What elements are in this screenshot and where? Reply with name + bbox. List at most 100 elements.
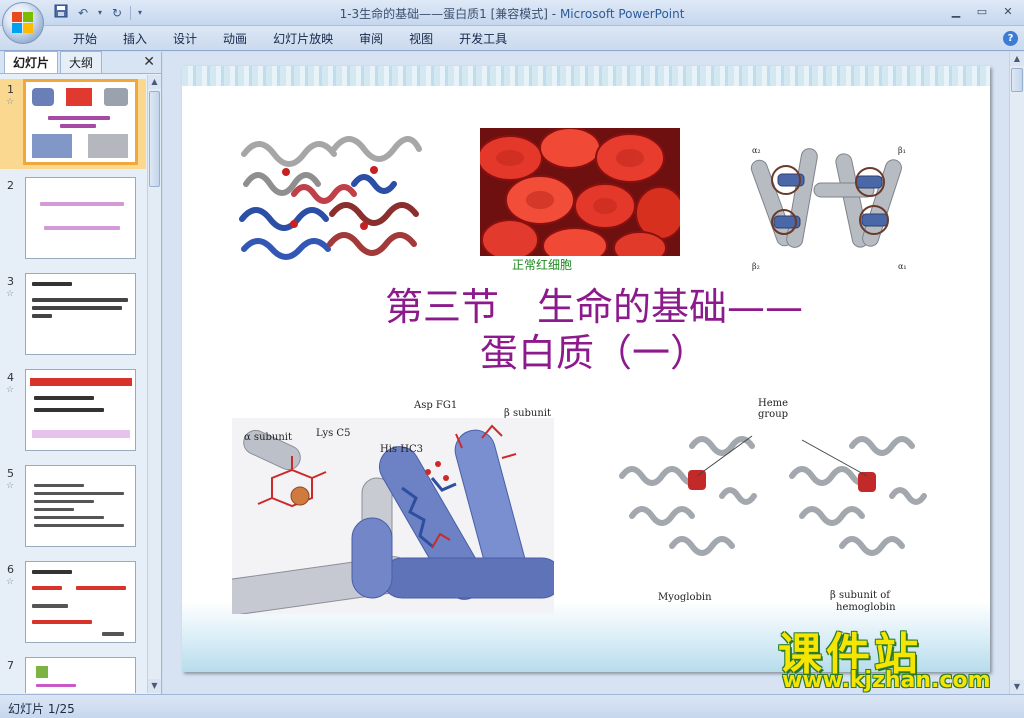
thumb-text-line: [102, 632, 124, 636]
label-hemoglobin: hemoglobin: [836, 602, 896, 613]
hemoglobin-structure-image: [239, 136, 422, 260]
window-title-doc: 1-3生命的基础——蛋白质1 [兼容模式] -: [339, 7, 560, 21]
scroll-down-icon[interactable]: ▼: [148, 679, 161, 693]
slide-number: 1: [7, 83, 14, 96]
slide-number: 4: [7, 371, 14, 384]
slide-canvas[interactable]: 正常红细胞 α₂ β₁ β₂ α₁ 第三节 生命的基础—— 蛋白质（一） α s…: [182, 66, 990, 672]
office-logo-icon: [12, 12, 34, 34]
animation-star-icon: ☆: [6, 481, 15, 491]
thumb-text-line: [34, 408, 104, 412]
label-beta-subunit: β subunit: [504, 408, 552, 419]
scroll-thumb[interactable]: [149, 91, 160, 187]
slide-preview: [25, 369, 136, 451]
slide-thumbnail[interactable]: 1 ☆: [0, 79, 146, 169]
tab-insert[interactable]: 插入: [110, 30, 160, 48]
subunit-diagram-image: [750, 148, 902, 248]
slide-thumbnail[interactable]: 7: [0, 655, 146, 693]
window-title: 1-3生命的基础——蛋白质1 [兼容模式] - Microsoft PowerP…: [0, 5, 1024, 22]
slide-preview: [25, 561, 136, 643]
scroll-thumb[interactable]: [1011, 68, 1023, 92]
maximize-icon[interactable]: ▭: [970, 3, 994, 21]
office-button[interactable]: [2, 2, 44, 44]
animation-star-icon: ☆: [6, 385, 15, 395]
slide-decoration-top: [182, 66, 990, 86]
thumb-text-line: [32, 570, 72, 574]
label-myoglobin: Myoglobin: [658, 592, 712, 603]
thumb-structure-icon: [32, 134, 72, 158]
close-icon[interactable]: ✕: [996, 3, 1020, 21]
thumb-text-line: [36, 684, 76, 687]
animation-star-icon: ☆: [6, 289, 15, 299]
thumb-text-line: [32, 306, 122, 310]
slide-thumbnail[interactable]: 5 ☆: [0, 463, 146, 553]
tab-slides[interactable]: 幻灯片: [4, 51, 59, 73]
tab-view[interactable]: 视图: [396, 30, 446, 48]
thumbnail-list: 1 ☆ 2 3 ☆ 4 ☆ 5 ☆ 6 ☆ 7: [0, 75, 146, 693]
thumb-text-line: [40, 202, 124, 206]
scroll-up-icon[interactable]: ▲: [1010, 52, 1024, 66]
label-his-hc3: His HC3: [380, 444, 423, 455]
window-controls: ▁ ▭ ✕: [944, 3, 1020, 21]
slide-thumbnail[interactable]: 6 ☆: [0, 559, 146, 649]
slide-number: 5: [7, 467, 14, 480]
slide-preview: [23, 79, 138, 165]
slide-number: 7: [7, 659, 14, 672]
minimize-icon[interactable]: ▁: [944, 3, 968, 21]
slide-thumbnail[interactable]: 4 ☆: [0, 367, 146, 457]
thumb-text-line: [34, 484, 84, 487]
label-heme: Heme: [758, 398, 789, 409]
animation-star-icon: ☆: [6, 577, 15, 587]
tab-home[interactable]: 开始: [60, 30, 110, 48]
rbc-caption: 正常红细胞: [512, 258, 573, 272]
thumb-text-line: [32, 586, 62, 590]
thumb-protein-icon: [32, 88, 54, 106]
slide-title-line1: 第三节 生命的基础——: [384, 285, 803, 329]
slide-scrollbar[interactable]: ▲ ▼: [1009, 52, 1024, 694]
slide-number: 6: [7, 563, 14, 576]
myoglobin-hemoglobin-image: [619, 435, 927, 556]
thumb-text-line: [34, 396, 94, 400]
label-alpha1: α₁: [898, 262, 907, 271]
red-blood-cells-image: [480, 128, 680, 256]
pane-close-icon[interactable]: ✕: [143, 54, 155, 70]
slide-number: 3: [7, 275, 14, 288]
slide-preview: [25, 177, 136, 259]
slide-counter: 幻灯片 1/25: [8, 702, 75, 716]
label-asp-fg1: Asp FG1: [414, 400, 458, 411]
slide-title[interactable]: 第三节 生命的基础—— 蛋白质（一）: [334, 284, 854, 376]
thumbnail-scrollbar[interactable]: ▲ ▼: [147, 75, 161, 693]
ribbon-tabs: 开始 插入 设计 动画 幻灯片放映 审阅 视图 开发工具: [60, 30, 520, 48]
tab-design[interactable]: 设计: [160, 30, 210, 48]
thumb-text-line: [34, 524, 124, 527]
slide-number: 2: [7, 179, 14, 192]
thumb-image: [36, 666, 48, 678]
scroll-up-icon[interactable]: ▲: [148, 75, 161, 89]
watermark-url: www.kjzhan.com: [782, 668, 991, 693]
window-title-app: Microsoft PowerPoint: [559, 7, 685, 21]
thumb-text-line: [32, 298, 128, 302]
thumb-text-line: [32, 282, 72, 286]
label-beta-subunit-of: β subunit of: [830, 590, 890, 601]
help-icon[interactable]: ?: [1003, 31, 1018, 46]
title-bar: ↶ ▾ ↻ ▾ 1-3生命的基础——蛋白质1 [兼容模式] - Microsof…: [0, 0, 1024, 26]
slide-thumbnail[interactable]: 3 ☆: [0, 271, 146, 361]
thumb-title-line: [48, 116, 110, 120]
ribbon: 开始 插入 设计 动画 幻灯片放映 审阅 视图 开发工具 ?: [0, 26, 1024, 51]
pane-tabs: 幻灯片 大纲 ✕: [0, 51, 161, 74]
thumb-banner: [32, 430, 130, 438]
tab-animations[interactable]: 动画: [210, 30, 260, 48]
tab-review[interactable]: 审阅: [346, 30, 396, 48]
thumb-text-line: [44, 226, 120, 230]
tab-developer[interactable]: 开发工具: [446, 30, 520, 48]
tab-outline[interactable]: 大纲: [60, 51, 103, 73]
slide-thumbnail[interactable]: 2: [0, 175, 146, 265]
thumb-text-line: [76, 586, 126, 590]
slides-pane: 幻灯片 大纲 ✕ 1 ☆ 2 3 ☆ 4 ☆ 5 ☆ 6 ☆ 7 ▲ ▼: [0, 51, 162, 694]
label-group: group: [758, 409, 789, 420]
slide-editor: 正常红细胞 α₂ β₁ β₂ α₁ 第三节 生命的基础—— 蛋白质（一） α s…: [163, 52, 1009, 694]
animation-star-icon: ☆: [6, 97, 15, 107]
tab-slide-show[interactable]: 幻灯片放映: [260, 30, 346, 48]
scroll-down-icon[interactable]: ▼: [1010, 680, 1024, 694]
label-alpha2: α₂: [752, 146, 761, 155]
thumb-text-line: [32, 620, 92, 624]
